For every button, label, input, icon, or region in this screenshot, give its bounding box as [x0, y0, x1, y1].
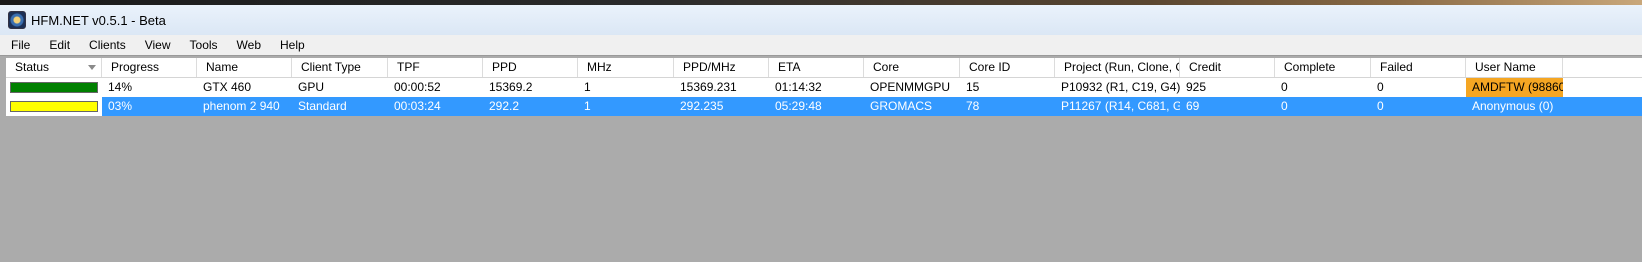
failed-cell: 0: [1377, 80, 1384, 94]
column-header-core-id[interactable]: Core ID: [960, 58, 1055, 77]
menu-tools[interactable]: Tools: [180, 38, 227, 52]
core-cell: GROMACS: [870, 99, 933, 113]
column-header-name[interactable]: Name: [197, 58, 292, 77]
status-cell: [6, 78, 102, 97]
user-name-cell: Anonymous (0): [1472, 99, 1554, 113]
mhz-cell: 1: [584, 80, 591, 94]
user-name-cell: AMDFTW (98860): [1466, 78, 1563, 97]
table-row-selected[interactable]: 03% phenom 2 940 Standard 00:03:24 292.2…: [6, 97, 1642, 116]
menu-view[interactable]: View: [135, 38, 180, 52]
core-cell: OPENMMGPU: [870, 80, 951, 94]
client-type-cell: Standard: [298, 99, 347, 113]
status-indicator: [10, 82, 98, 93]
table-row[interactable]: 14% GTX 460 GPU 00:00:52 15369.2 1 15369…: [6, 78, 1642, 97]
tpf-cell: 00:03:24: [394, 99, 441, 113]
ppd-cell: 292.2: [489, 99, 520, 113]
failed-cell: 0: [1377, 99, 1384, 113]
column-header-user-name[interactable]: User Name: [1466, 58, 1563, 77]
hfm-app-icon[interactable]: [8, 11, 26, 29]
column-header-progress[interactable]: Progress: [102, 58, 197, 77]
client-type-cell: GPU: [298, 80, 325, 94]
column-header-complete[interactable]: Complete: [1275, 58, 1371, 77]
status-cell: [6, 97, 102, 116]
menu-edit[interactable]: Edit: [39, 38, 79, 52]
menu-file[interactable]: File: [0, 38, 39, 52]
eta-cell: 01:14:32: [775, 80, 822, 94]
menu-help[interactable]: Help: [270, 38, 314, 52]
ppd-mhz-cell: 15369.231: [680, 80, 737, 94]
column-header-client-type[interactable]: Client Type: [292, 58, 388, 77]
column-header-status[interactable]: Status: [6, 58, 102, 77]
complete-cell: 0: [1281, 80, 1288, 94]
window-title: HFM.NET v0.5.1 - Beta: [31, 12, 166, 28]
project-cell: P11267 (R14, C681, G0): [1061, 99, 1180, 113]
progress-cell: 14%: [108, 80, 133, 94]
sort-down-icon: [88, 65, 96, 70]
column-header-credit[interactable]: Credit: [1180, 58, 1275, 77]
tpf-cell: 00:00:52: [394, 80, 441, 94]
grid-header: Status Progress Name Client Type TPF PPD…: [6, 58, 1642, 78]
core-id-cell: 15: [966, 80, 980, 94]
name-cell: GTX 460: [203, 80, 252, 94]
column-header-label: Status: [15, 60, 50, 74]
eta-cell: 05:29:48: [775, 99, 822, 113]
column-header-project[interactable]: Project (Run, Clone, G...: [1055, 58, 1180, 77]
clients-grid[interactable]: Status Progress Name Client Type TPF PPD…: [0, 55, 1642, 262]
title-bar[interactable]: HFM.NET v0.5.1 - Beta: [0, 5, 1642, 35]
credit-cell: 925: [1186, 80, 1207, 94]
complete-cell: 0: [1281, 99, 1288, 113]
progress-cell: 03%: [108, 99, 133, 113]
menu-web[interactable]: Web: [227, 38, 270, 52]
mhz-cell: 1: [584, 99, 591, 113]
column-header-mhz[interactable]: MHz: [578, 58, 674, 77]
column-header-tpf[interactable]: TPF: [388, 58, 483, 77]
column-header-ppd[interactable]: PPD: [483, 58, 578, 77]
status-indicator: [10, 101, 98, 112]
credit-cell: 69: [1186, 99, 1200, 113]
core-id-cell: 78: [966, 99, 980, 113]
column-header-eta[interactable]: ETA: [769, 58, 864, 77]
menu-bar: File Edit Clients View Tools Web Help: [0, 35, 1642, 55]
column-header-ppd-mhz[interactable]: PPD/MHz: [674, 58, 769, 77]
column-header-failed[interactable]: Failed: [1371, 58, 1466, 77]
column-header-core[interactable]: Core: [864, 58, 960, 77]
name-cell: phenom 2 940: [203, 99, 280, 113]
ppd-cell: 15369.2: [489, 80, 533, 94]
project-cell: P10932 (R1, C19, G4): [1061, 80, 1180, 94]
ppd-mhz-cell: 292.235: [680, 99, 724, 113]
menu-clients[interactable]: Clients: [79, 38, 135, 52]
